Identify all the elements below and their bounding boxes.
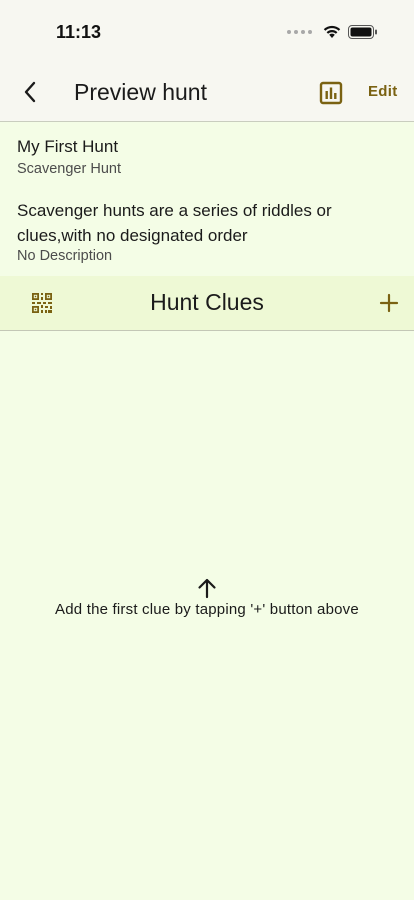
signal-dots-icon [287,29,312,34]
hunt-info: My First Hunt Scavenger Hunt Scavenger h… [0,123,414,275]
status-bar: 11:13 [0,0,414,60]
hunt-type: Scavenger Hunt [17,161,121,177]
clues-header: Hunt Clues [0,276,414,331]
empty-state: Add the first clue by tapping '+' button… [0,577,414,618]
clues-title: Hunt Clues [150,289,264,315]
hunt-name: My First Hunt [17,137,119,156]
add-clue-button[interactable] [376,290,402,316]
hunt-type-description: Scavenger hunts are a series of riddles … [17,201,332,245]
status-icons [287,24,378,39]
bar-chart-icon [319,81,343,105]
hunt-description: No Description [17,248,113,264]
battery-icon [348,24,377,39]
back-button[interactable] [16,78,44,106]
empty-state-message: Add the first clue by tapping '+' button… [55,601,359,618]
wifi-icon [323,25,341,38]
status-time: 11:13 [56,22,102,42]
page-title: Preview hunt [74,79,207,105]
chevron-left-icon [24,81,36,103]
arrow-up-icon [198,578,216,599]
app-bar: Preview hunt Edit [0,60,414,122]
edit-button[interactable]: Edit [368,83,398,100]
plus-icon [379,293,399,313]
stats-button[interactable] [318,80,344,106]
